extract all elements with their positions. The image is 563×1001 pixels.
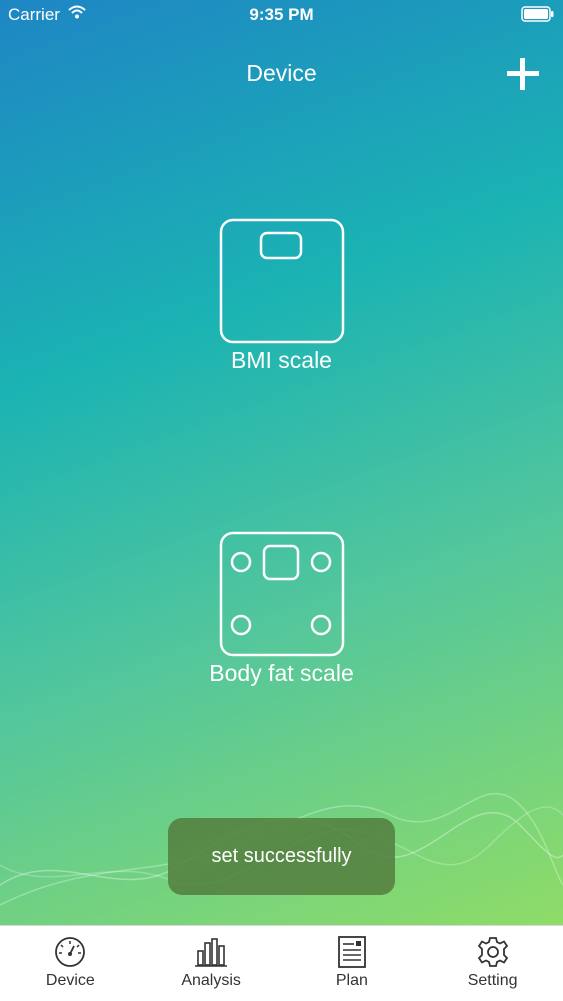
- body-fat-scale-icon: [219, 531, 344, 657]
- plus-icon[interactable]: [503, 54, 543, 94]
- device-bmi-scale[interactable]: BMI scale: [0, 218, 563, 374]
- bmi-scale-icon: [219, 218, 344, 344]
- toast-message: set successfully: [168, 818, 395, 895]
- status-bar: Carrier 9:35 PM: [0, 0, 563, 30]
- device-label: Body fat scale: [209, 660, 354, 686]
- tab-bar: Device Analysis Plan Setting: [0, 925, 563, 1001]
- gauge-icon: [55, 937, 86, 967]
- tab-label: Setting: [467, 972, 518, 989]
- device-body-fat-scale[interactable]: Body fat scale: [0, 531, 563, 687]
- bar-chart-icon: [195, 938, 228, 967]
- battery-icon: [521, 6, 554, 22]
- clock-time: 9:35 PM: [249, 5, 314, 24]
- device-label: BMI scale: [231, 347, 332, 373]
- device-screen: Carrier 9:35 PM Device BMI scale Body fa…: [0, 0, 563, 925]
- document-icon: [337, 936, 366, 968]
- gear-icon: [477, 937, 508, 967]
- tab-setting[interactable]: Setting: [422, 926, 563, 1001]
- tab-label: Plan: [335, 972, 368, 989]
- tab-plan[interactable]: Plan: [282, 926, 423, 1001]
- tab-device[interactable]: Device: [0, 926, 141, 1001]
- tab-label: Analysis: [181, 972, 241, 989]
- tab-analysis[interactable]: Analysis: [141, 926, 282, 1001]
- tab-label: Device: [45, 972, 95, 989]
- page-title: Device: [246, 60, 317, 86]
